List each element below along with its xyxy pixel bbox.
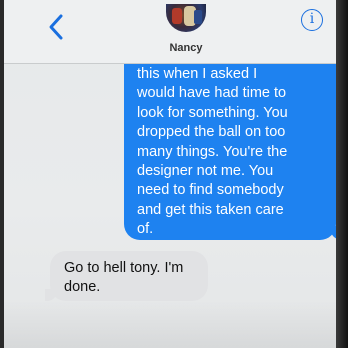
received-message-text: Go to hell tony. I'm done. (64, 260, 184, 296)
sent-message-text: this when I asked I would have had time … (137, 66, 288, 238)
screen-glare (4, 300, 336, 348)
contact-name[interactable]: Nancy (154, 42, 218, 54)
conversation-header: Nancy i (4, 0, 336, 64)
avatar-detail (194, 10, 202, 24)
avatar-detail (172, 8, 182, 24)
received-message-bubble[interactable]: Go to hell tony. I'm done. (45, 251, 208, 301)
messages-screen: Nancy i this when I asked I would have h… (0, 0, 348, 348)
info-button[interactable]: i (301, 9, 323, 31)
contact-avatar[interactable] (166, 4, 206, 32)
device-bezel-left (0, 0, 4, 348)
back-button[interactable] (44, 12, 70, 42)
device-bezel-right (336, 0, 348, 348)
sent-message-bubble[interactable]: this when I asked I would have had time … (124, 64, 336, 240)
info-icon: i (309, 11, 315, 27)
chevron-left-icon (49, 14, 63, 40)
